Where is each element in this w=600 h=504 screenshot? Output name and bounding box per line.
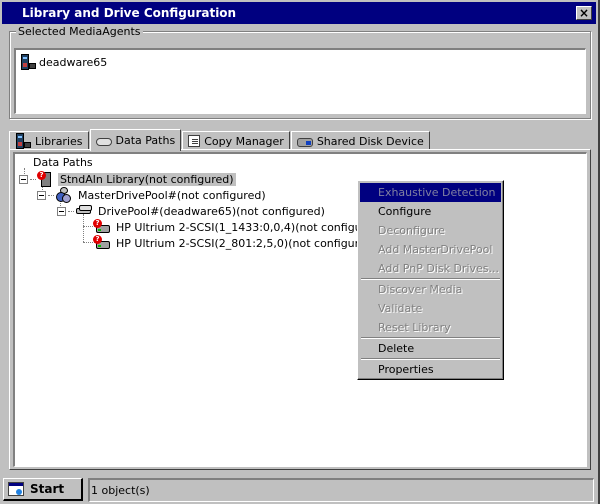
node-label: DrivePool#(deadware65)(not configured) (98, 204, 325, 218)
tab-shared-disk-device[interactable]: Shared Disk Device (290, 131, 430, 150)
node-label: MasterDrivePool#(not configured) (78, 188, 266, 202)
node-label: HP Ultrium 2-SCSI(1_1433:0,0,4)(not conf… (116, 220, 393, 234)
tab-label: Shared Disk Device (316, 134, 424, 148)
start-icon (8, 482, 24, 496)
title-bar: Library and Drive Configuration × (2, 2, 596, 24)
tab-data-paths[interactable]: Data Paths (89, 129, 182, 151)
tape-drive-question-icon: ? (93, 235, 111, 251)
collapse-icon[interactable] (37, 190, 46, 200)
menu-item-properties[interactable]: Properties (360, 360, 501, 379)
close-button[interactable]: × (576, 6, 592, 20)
drive-pool-icon (75, 203, 93, 219)
tab-copy-manager[interactable]: Copy Manager (182, 131, 290, 150)
tree-node-drive[interactable]: ? HP Ultrium 2-SCSI(1_1433:0,0,4)(not co… (93, 219, 395, 235)
status-text: 1 object(s) (91, 484, 150, 497)
menu-item-deconfigure[interactable]: Deconfigure (360, 221, 501, 240)
collapse-icon[interactable] (57, 206, 66, 216)
tab-libraries[interactable]: Libraries (9, 131, 89, 150)
tree-root-label: Data Paths (33, 156, 93, 169)
menu-item-validate[interactable]: Validate (360, 299, 501, 318)
tree-connector (68, 210, 74, 212)
media-agent-item[interactable]: deadware65 (20, 54, 107, 70)
media-agent-label: deadware65 (39, 55, 108, 69)
shared-disk-icon (296, 137, 313, 147)
selected-media-agents-group: Selected MediaAgents deadware65 (9, 25, 591, 119)
window-title: Library and Drive Configuration (22, 6, 237, 20)
tree-node-master-drive-pool[interactable]: MasterDrivePool#(not configured) (37, 187, 268, 203)
media-agent-icon (20, 54, 36, 70)
tree-node-library[interactable]: ? StndAln Library(not configured) (19, 171, 236, 187)
tab-label: Data Paths (115, 134, 176, 147)
menu-item-configure[interactable]: Configure (360, 202, 501, 221)
tape-drive-question-icon: ? (93, 219, 111, 235)
menu-item-add-master-drive-pool[interactable]: Add MasterDrivePool (360, 240, 501, 259)
tab-strip: Libraries Data Paths Copy Manager Shared… (9, 128, 431, 151)
menu-item-exhaustive-detection[interactable]: Exhaustive Detection (360, 183, 501, 202)
data-paths-icon (95, 137, 112, 146)
start-label: Start (30, 482, 65, 496)
tree-connector (48, 194, 54, 196)
master-drive-pool-icon (55, 187, 73, 203)
libraries-icon (15, 133, 31, 149)
media-agent-list[interactable]: deadware65 (14, 48, 586, 114)
library-question-icon: ? (37, 171, 55, 187)
tree-node-drive[interactable]: ? HP Ultrium 2-SCSI(2_801:2,5,0)(not con… (93, 235, 395, 251)
menu-item-reset-library[interactable]: Reset Library (360, 318, 501, 337)
node-label: StndAln Library(not configured) (58, 172, 236, 186)
library-drive-config-window: Library and Drive Configuration × Select… (0, 0, 600, 504)
tab-label: Copy Manager (204, 134, 284, 148)
context-menu: Exhaustive Detection Configure Deconfigu… (357, 180, 504, 380)
menu-item-delete[interactable]: Delete (360, 339, 501, 358)
tab-label: Libraries (35, 134, 83, 148)
status-bar: 1 object(s) (88, 478, 594, 502)
menu-item-add-pnp-disk-drives[interactable]: Add PnP Disk Drives... (360, 259, 501, 278)
tree-node-drive-pool[interactable]: DrivePool#(deadware65)(not configured) (57, 203, 327, 219)
collapse-icon[interactable] (19, 174, 28, 184)
tree-connector (30, 178, 36, 180)
copy-manager-icon (188, 135, 201, 147)
node-label: HP Ultrium 2-SCSI(2_801:2,5,0)(not confi… (116, 236, 394, 250)
group-label: Selected MediaAgents (16, 25, 143, 38)
start-button[interactable]: Start (3, 478, 83, 501)
menu-item-discover-media[interactable]: Discover Media (360, 280, 501, 299)
